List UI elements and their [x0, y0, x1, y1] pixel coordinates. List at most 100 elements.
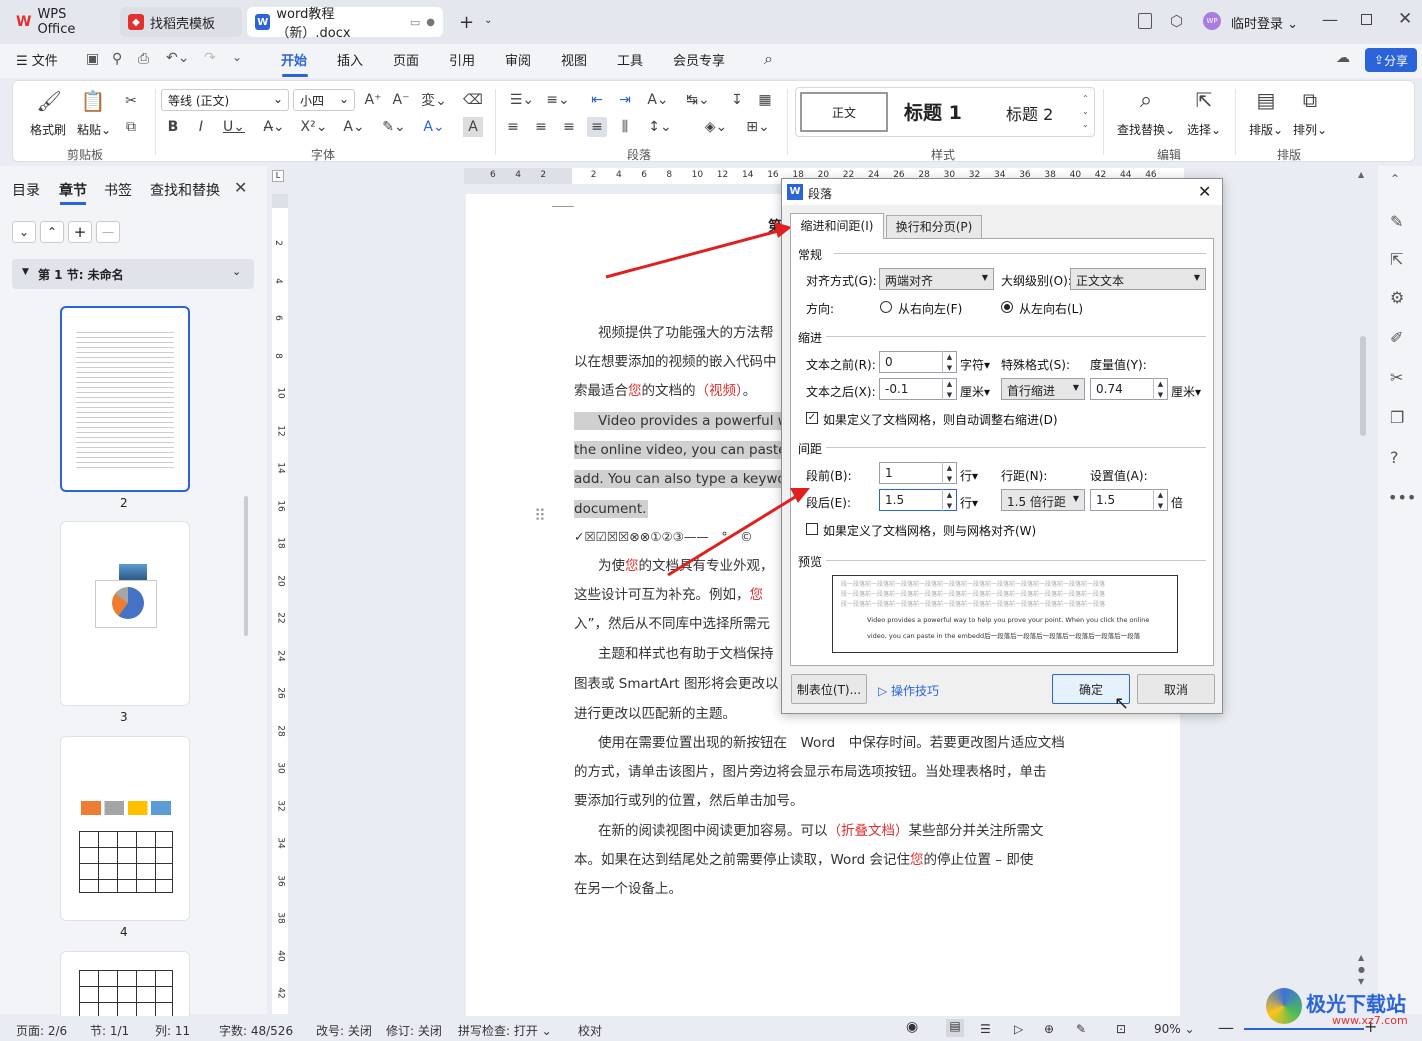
line-break-icon[interactable]: ↹⌄: [683, 90, 713, 110]
borders-icon[interactable]: ⊞⌄: [743, 117, 773, 137]
cube-icon[interactable]: ⬡: [1170, 12, 1183, 30]
search-icon[interactable]: ⌕: [764, 49, 773, 69]
paste-button[interactable]: 粘贴⌄: [77, 121, 111, 138]
share-link-icon[interactable]: ⚲: [112, 51, 122, 67]
zoom-out-icon[interactable]: —: [1218, 1018, 1234, 1037]
scrollbar[interactable]: [244, 496, 248, 636]
new-tab-icon[interactable]: +: [459, 12, 474, 33]
tab-line-page-breaks[interactable]: 换行和分页(P): [886, 215, 982, 239]
outline-view-icon[interactable]: ☰: [980, 1022, 991, 1036]
text-effect-icon[interactable]: A⌄: [339, 117, 369, 137]
align-right-icon[interactable]: ≡: [559, 117, 579, 137]
ltr-radio[interactable]: [1001, 301, 1013, 313]
menu-home[interactable]: 开始: [281, 50, 307, 69]
scroll-up-icon[interactable]: ▲: [1358, 170, 1364, 179]
tab-toc[interactable]: 目录: [12, 180, 40, 200]
tips-link[interactable]: ▷ 操作技巧: [878, 682, 939, 699]
page-thumb-5[interactable]: [60, 951, 190, 1021]
menu-view[interactable]: 视图: [561, 50, 587, 69]
char-shading-icon[interactable]: A: [463, 117, 483, 137]
outline-level-select[interactable]: 正文文本: [1070, 268, 1206, 290]
gallery-scroll-icon[interactable]: ⌃ ⌄ ⌄: [1082, 92, 1089, 131]
tools-icon[interactable]: ✂: [1390, 368, 1403, 387]
indent-before-unit[interactable]: 字符▾: [960, 356, 990, 373]
maximize-icon[interactable]: [1361, 14, 1372, 25]
format-painter-button[interactable]: 格式刷: [30, 121, 66, 138]
chevron-down-icon[interactable]: ⌄: [484, 15, 492, 26]
save-icon[interactable]: ▣: [86, 51, 99, 67]
eye-icon[interactable]: ◉: [906, 1019, 918, 1035]
share-button[interactable]: ⇪ 分享: [1365, 48, 1417, 72]
help-icon[interactable]: ?: [1390, 448, 1399, 467]
play-icon[interactable]: ▷: [1014, 1022, 1023, 1036]
next-section-icon[interactable]: ⌄: [12, 221, 36, 243]
more-icon[interactable]: •••: [1388, 488, 1416, 507]
close-icon[interactable]: ✕: [1398, 9, 1412, 29]
font-size-select[interactable]: 小四 ⌄: [293, 89, 355, 111]
tab-stop-icon[interactable]: L: [272, 170, 284, 182]
dialog-close-icon[interactable]: ✕: [1198, 182, 1211, 201]
cut-icon[interactable]: ✂: [121, 91, 141, 111]
phonetic-icon[interactable]: 変⌄: [419, 90, 449, 110]
cloud-icon[interactable]: ☁: [1336, 50, 1350, 66]
page-thumb-3[interactable]: [60, 521, 190, 706]
arrange-button[interactable]: 排列⌄: [1293, 121, 1327, 138]
zoom-level[interactable]: 90% ⌄: [1154, 1022, 1195, 1036]
font-shrink-icon[interactable]: A⁻: [391, 90, 411, 110]
vertical-scrollbar[interactable]: [1360, 336, 1366, 436]
remove-section-icon[interactable]: —: [96, 221, 120, 243]
layout-button[interactable]: 排版⌄: [1249, 121, 1283, 138]
write-icon[interactable]: ✎: [1076, 1022, 1086, 1036]
align-left-icon[interactable]: ≡: [503, 117, 523, 137]
clear-format-icon[interactable]: ⌫: [463, 90, 483, 110]
font-color-icon[interactable]: A⌄: [419, 117, 449, 137]
strikethrough-icon[interactable]: A̶⌄: [259, 117, 289, 137]
collapse-up-icon[interactable]: ⌃: [1390, 172, 1400, 186]
pen-icon[interactable]: ✎: [1390, 212, 1403, 231]
space-after-unit[interactable]: 行▾: [960, 494, 978, 511]
avatar[interactable]: WP: [1203, 12, 1221, 30]
font-name-select[interactable]: 等线 (正文) ⌄: [161, 89, 289, 111]
shading-icon[interactable]: ◈⌄: [701, 117, 731, 137]
print-preview-icon[interactable]: ⎙: [138, 51, 149, 67]
format-painter-icon[interactable]: 🖌: [36, 89, 61, 113]
superscript-icon[interactable]: X²⌄: [299, 117, 329, 137]
page-view-icon[interactable]: ▤: [946, 1019, 964, 1037]
section-header[interactable]: ▼ 第 1 节: 未命名 ⌄: [12, 259, 254, 289]
prev-section-icon[interactable]: ⌃: [40, 221, 64, 243]
indent-after-spinner[interactable]: ▲ ▼: [942, 378, 956, 400]
login-label[interactable]: 临时登录 ⌄: [1231, 13, 1298, 32]
align-center-icon[interactable]: ≡: [531, 117, 551, 137]
redo-icon[interactable]: ↷: [204, 50, 216, 66]
menu-review[interactable]: 审阅: [505, 50, 531, 69]
status-spell[interactable]: 拼写检查: 打开 ⌄: [458, 1022, 552, 1039]
web-view-icon[interactable]: ⊕: [1044, 1022, 1054, 1036]
sort-icon[interactable]: ↧: [727, 90, 747, 110]
line-spacing-icon[interactable]: ↕⌄: [645, 117, 675, 137]
more-chevron-icon[interactable]: ⌄: [232, 50, 242, 64]
grid-indent-checkbox[interactable]: ✓: [806, 412, 818, 424]
window-layout-icon[interactable]: [1138, 13, 1152, 29]
arrange-icon[interactable]: ⧉: [1297, 87, 1323, 113]
font-grow-icon[interactable]: A⁺: [363, 90, 383, 110]
fit-icon[interactable]: ⊡: [1116, 1022, 1126, 1036]
justify-icon[interactable]: ≡: [587, 117, 607, 137]
alignment-select[interactable]: 两端对齐: [879, 268, 994, 290]
menu-insert[interactable]: 插入: [337, 50, 363, 69]
section-menu-icon[interactable]: ⌄: [232, 265, 241, 278]
menu-tools[interactable]: 工具: [617, 50, 643, 69]
book-icon[interactable]: ❐: [1390, 408, 1404, 427]
bold-icon[interactable]: B: [163, 117, 183, 137]
menu-member[interactable]: 会员专享: [673, 50, 725, 69]
add-section-icon[interactable]: +: [68, 221, 92, 243]
paste-icon[interactable]: 📋: [81, 89, 106, 113]
style-normal[interactable]: 正文: [800, 92, 888, 132]
status-rev[interactable]: 改号: 关闭: [316, 1022, 372, 1039]
tab-indent-spacing[interactable]: 缩进和间距(I): [790, 213, 884, 239]
undo-icon[interactable]: ↶⌄: [166, 50, 189, 66]
page-thumb-4[interactable]: [60, 736, 190, 921]
style-heading1[interactable]: 标题 1: [904, 98, 962, 125]
page-nav-icon[interactable]: ▲ ● ▼: [1358, 952, 1365, 988]
status-proof[interactable]: 校对: [578, 1022, 602, 1039]
style-heading2[interactable]: 标题 2: [1006, 101, 1053, 125]
